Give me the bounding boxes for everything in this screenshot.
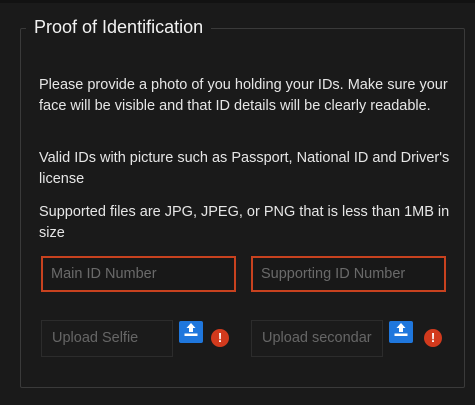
selfie-warning-icon: ! <box>211 329 229 347</box>
instruction-photo: Please provide a photo of you holding yo… <box>39 77 448 114</box>
upload-icon <box>393 322 409 342</box>
main-id-number-input[interactable]: Main ID Number <box>41 256 236 292</box>
upload-selfie-field[interactable]: Upload Selfie <box>41 320 173 357</box>
supporting-id-number-input[interactable]: Supporting ID Number <box>251 256 446 292</box>
page: Proof of Identification Please provide a… <box>0 0 475 405</box>
upload-icon <box>183 322 199 342</box>
instruction-valid-ids: Valid IDs with picture such as Passport,… <box>39 150 450 187</box>
section-title: Proof of Identification <box>26 15 212 39</box>
upload-secondary-field[interactable]: Upload secondar <box>251 320 383 357</box>
upload-secondary-button[interactable] <box>389 321 413 343</box>
upload-selfie-button[interactable] <box>179 321 203 343</box>
top-bar <box>0 0 475 3</box>
secondary-warning-icon: ! <box>424 329 442 347</box>
instruction-file-types: Supported files are JPG, JPEG, or PNG th… <box>39 204 450 241</box>
